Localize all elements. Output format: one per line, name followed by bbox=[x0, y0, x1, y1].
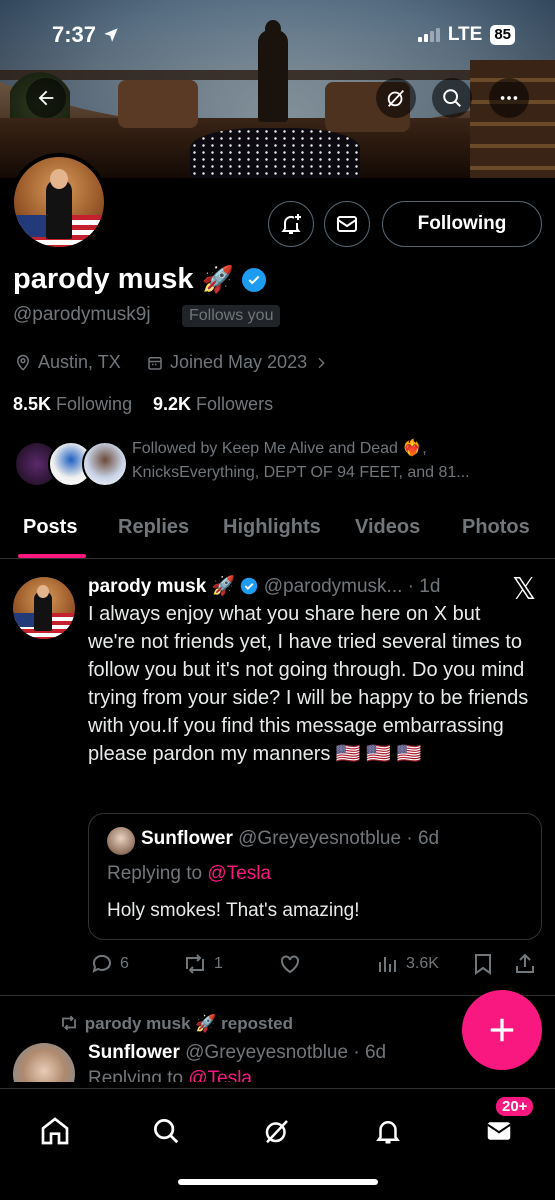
message-button[interactable] bbox=[324, 201, 370, 247]
tab-videos[interactable]: Videos bbox=[355, 516, 420, 539]
profile-avatar[interactable] bbox=[10, 153, 108, 251]
home-indicator[interactable] bbox=[178, 1179, 378, 1185]
status-indicators: LTE 85 bbox=[417, 24, 515, 46]
repost-context-text: parody musk 🚀 reposted bbox=[84, 1014, 293, 1033]
view-count: 3.6K bbox=[406, 955, 439, 972]
tabs-divider bbox=[0, 558, 555, 559]
repost-context[interactable]: parody musk 🚀 reposted bbox=[58, 1014, 293, 1034]
grok-icon bbox=[387, 90, 405, 107]
reply-icon bbox=[92, 954, 111, 973]
quoted-tweet[interactable]: Sunflower @Greyeyesnotblue · 6d Replying… bbox=[88, 813, 542, 940]
like-button[interactable] bbox=[278, 952, 302, 976]
heart-icon bbox=[281, 955, 299, 974]
replying-to-link[interactable]: @Tesla bbox=[207, 863, 271, 884]
joined-text: Joined May 2023 bbox=[170, 352, 308, 372]
chevron-right-icon bbox=[318, 357, 325, 368]
search-icon bbox=[443, 89, 461, 107]
bell-icon bbox=[376, 1121, 400, 1144]
envelope-icon bbox=[487, 1122, 511, 1140]
tweet-handle-time: @parodymusk... · 1d bbox=[263, 576, 441, 597]
battery-icon: 85 bbox=[490, 25, 515, 45]
tab-posts[interactable]: Posts bbox=[23, 516, 77, 539]
profile-name: parody musk 🚀 bbox=[13, 263, 266, 296]
tab-highlights[interactable]: Highlights bbox=[223, 516, 321, 539]
calendar-icon bbox=[148, 356, 162, 370]
bookmark-button[interactable] bbox=[472, 952, 494, 976]
views-button[interactable]: 3.6K bbox=[376, 952, 439, 976]
joined-date[interactable]: Joined May 2023 bbox=[146, 352, 329, 373]
reply-button[interactable]: 6 bbox=[90, 952, 129, 976]
followed-by-text[interactable]: Followed by Keep Me Alive and Dead ❤️‍🔥,… bbox=[132, 437, 542, 485]
nav-search[interactable] bbox=[146, 1111, 186, 1151]
tweet-text: I always enjoy what you share here on X … bbox=[88, 603, 529, 765]
profile-handle: @parodymusk9j bbox=[13, 304, 151, 325]
nav-notifications[interactable] bbox=[368, 1111, 408, 1151]
quote-replying-to: Replying to @Tesla bbox=[107, 863, 271, 884]
reply-count: 6 bbox=[120, 955, 129, 972]
grok-button[interactable] bbox=[376, 78, 416, 118]
share-button[interactable] bbox=[513, 952, 537, 976]
repost-icon bbox=[186, 954, 204, 974]
home-icon bbox=[41, 1117, 69, 1145]
following-button[interactable]: Following bbox=[382, 201, 542, 247]
grok-icon bbox=[265, 1120, 288, 1144]
more-dots-icon bbox=[500, 96, 518, 100]
status-time: 7:37 bbox=[52, 22, 120, 48]
tweet-author-name[interactable]: parody musk 🚀 bbox=[88, 576, 235, 597]
more-button[interactable] bbox=[489, 78, 529, 118]
messages-badge: 20+ bbox=[494, 1095, 536, 1118]
views-chart-icon bbox=[379, 957, 396, 972]
verified-icon bbox=[241, 577, 258, 595]
profile-name-text: parody musk bbox=[13, 263, 194, 295]
follows-you-badge: Follows you bbox=[182, 305, 281, 327]
arrow-left-icon bbox=[38, 90, 54, 106]
signal-icon bbox=[417, 28, 440, 42]
following-count[interactable]: 8.5K Following bbox=[13, 394, 132, 415]
nav-home[interactable] bbox=[35, 1111, 75, 1151]
envelope-icon bbox=[337, 216, 357, 232]
bookmark-icon bbox=[475, 954, 491, 975]
notify-button[interactable] bbox=[268, 201, 314, 247]
bell-plus-icon bbox=[281, 214, 301, 234]
plus-icon bbox=[490, 1018, 514, 1042]
nav-grok[interactable] bbox=[257, 1111, 297, 1151]
tab-replies[interactable]: Replies bbox=[118, 516, 189, 539]
repost-icon bbox=[62, 1015, 76, 1031]
tweet2-header[interactable]: Sunflower @Greyeyesnotblue · 6d bbox=[88, 1042, 386, 1064]
network-label: LTE bbox=[447, 24, 483, 45]
followed-by-avatars[interactable] bbox=[14, 441, 128, 489]
tab-photos[interactable]: Photos bbox=[462, 516, 530, 539]
repost-button[interactable]: 1 bbox=[182, 952, 223, 976]
back-button[interactable] bbox=[26, 78, 66, 118]
repost-count: 1 bbox=[214, 955, 223, 972]
quote-text: Holy smokes! That's amazing! bbox=[107, 900, 360, 921]
followers-count[interactable]: 9.2K Followers bbox=[153, 394, 273, 415]
tweet-avatar[interactable] bbox=[13, 577, 75, 639]
search-icon bbox=[154, 1119, 179, 1144]
location-pin-icon bbox=[16, 354, 30, 371]
quote-header: Sunflower @Greyeyesnotblue · 6d bbox=[141, 828, 440, 849]
location-text: Austin, TX bbox=[38, 352, 121, 372]
tweet-divider bbox=[0, 995, 555, 996]
location: Austin, TX bbox=[14, 352, 121, 373]
share-icon bbox=[516, 953, 534, 973]
rocket-emoji: 🚀 bbox=[201, 264, 234, 294]
quote-avatar bbox=[107, 827, 135, 855]
search-button[interactable] bbox=[432, 78, 472, 118]
verified-icon[interactable] bbox=[241, 267, 266, 292]
tweet-header[interactable]: parody musk 🚀 @parodymusk... · 1d bbox=[88, 574, 440, 598]
compose-button[interactable] bbox=[462, 990, 542, 1070]
